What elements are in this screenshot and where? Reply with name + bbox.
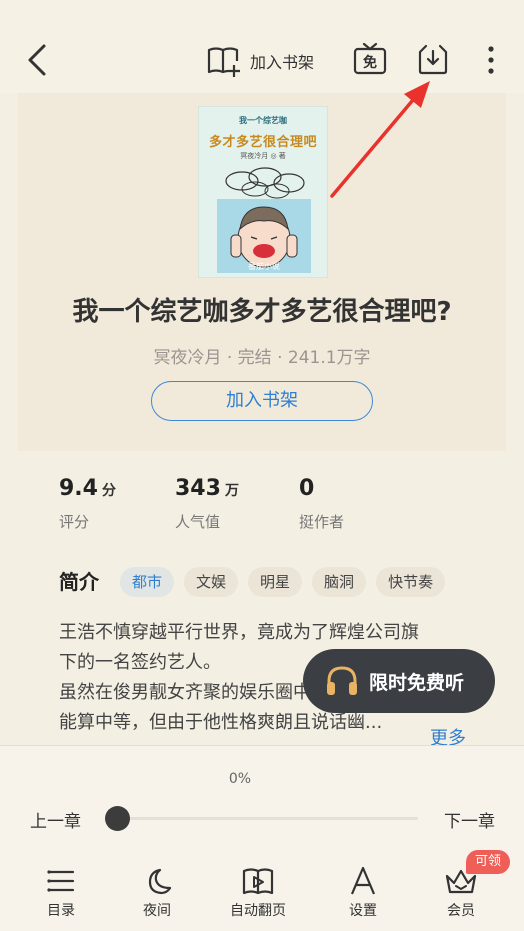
font-settings-icon — [350, 866, 376, 895]
stat-rating: 9.4 分 评分 — [59, 476, 116, 532]
bottom-nav: 目录 夜间 自动翻页 设置 会员 可领 — [0, 850, 524, 931]
nav-label: 自动翻页 — [230, 903, 286, 919]
nav-auto-page[interactable]: 自动翻页 — [218, 866, 298, 920]
top-bar: 加入书架 免 — [0, 0, 524, 93]
cover-title-text: 多才多艺很合理吧 — [208, 135, 317, 150]
nav-label: 会员 — [447, 903, 475, 919]
tag-urban[interactable]: 都市 — [120, 567, 175, 597]
add-to-shelf-top-label: 加入书架 — [250, 53, 315, 72]
intro-line: 王浩不慎穿越平行世界，竟成为了辉煌公司旗 — [59, 622, 419, 643]
svg-text:免: 免 — [363, 54, 377, 71]
tag-fast-paced[interactable]: 快节奏 — [376, 567, 446, 597]
nav-night-mode[interactable]: 夜间 — [117, 866, 197, 920]
tag-celebrity[interactable]: 明星 — [248, 567, 303, 597]
nav-membership[interactable]: 会员 — [421, 866, 501, 920]
back-chevron-icon[interactable] — [22, 42, 54, 78]
nav-label: 夜间 — [143, 903, 171, 919]
download-icon[interactable] — [416, 42, 450, 76]
book-add-icon — [207, 47, 240, 77]
intro-heading: 简介 — [59, 570, 99, 594]
nav-label: 设置 — [349, 903, 377, 919]
book-title: 我一个综艺咖多才多艺很合理吧? — [72, 297, 452, 327]
tag-entertainment[interactable]: 文娱 — [184, 567, 239, 597]
cover-illustration: 番茄小说 — [217, 167, 311, 273]
stat-caption: 评分 — [59, 513, 90, 531]
nav-settings[interactable]: 设置 — [323, 866, 403, 920]
add-to-shelf-top-button[interactable]: 加入书架 — [206, 44, 314, 78]
stat-support-author[interactable]: 0 挺作者 — [299, 476, 344, 532]
free-listen-icon[interactable]: 免 — [352, 42, 388, 76]
nav-catalog[interactable]: 目录 — [21, 866, 101, 920]
membership-badge: 可领 — [466, 850, 511, 874]
book-meta: 冥夜冷月 · 完结 · 241.1万字 — [153, 348, 371, 368]
svg-text:番茄小说: 番茄小说 — [248, 261, 280, 271]
auto-page-icon — [242, 868, 274, 895]
stat-value: 0 — [299, 476, 315, 501]
free-listen-label: 限时免费听 — [369, 671, 465, 694]
progress-percent: 0% — [228, 771, 252, 787]
progress-slider-track[interactable] — [112, 817, 418, 820]
book-hero: 我一个综艺咖 多才多艺很合理吧 冥夜冷月 ◎ 著 番茄小说 我一个综艺咖多才多艺… — [18, 93, 506, 451]
stat-popularity: 343 万 人气值 — [175, 476, 239, 532]
stat-unit: 万 — [224, 483, 239, 499]
next-chapter-button[interactable]: 下一章 — [444, 807, 495, 832]
tag-brain-hole[interactable]: 脑洞 — [312, 567, 367, 597]
tag-list: 都市 文娱 明星 脑洞 快节奏 — [120, 567, 446, 597]
free-listen-button[interactable]: 限时免费听 — [303, 649, 495, 713]
more-vertical-icon[interactable] — [484, 44, 498, 76]
stat-value: 9.4 — [59, 476, 98, 501]
cover-top-text: 我一个综艺咖 — [239, 116, 287, 125]
book-cover[interactable]: 我一个综艺咖 多才多艺很合理吧 冥夜冷月 ◎ 著 番茄小说 — [198, 106, 328, 278]
cover-author-text: 冥夜冷月 ◎ 著 — [240, 152, 286, 160]
reader-control-panel: 0% 上一章 下一章 目录 夜间 自动翻页 设置 会员 可领 — [0, 745, 524, 931]
stat-unit: 分 — [101, 483, 116, 499]
moon-icon — [148, 868, 172, 895]
stat-value: 343 — [175, 476, 221, 501]
progress-slider-handle[interactable] — [105, 806, 130, 831]
headphones-icon — [327, 666, 357, 695]
add-to-shelf-button[interactable]: 加入书架 — [151, 381, 373, 421]
nav-label: 目录 — [47, 903, 75, 919]
list-icon — [47, 870, 75, 892]
book-stats: 9.4 分 评分 343 万 人气值 0 挺作者 — [0, 476, 524, 546]
prev-chapter-button[interactable]: 上一章 — [30, 807, 81, 832]
stat-caption: 挺作者 — [299, 513, 345, 531]
stat-caption: 人气值 — [175, 513, 221, 531]
